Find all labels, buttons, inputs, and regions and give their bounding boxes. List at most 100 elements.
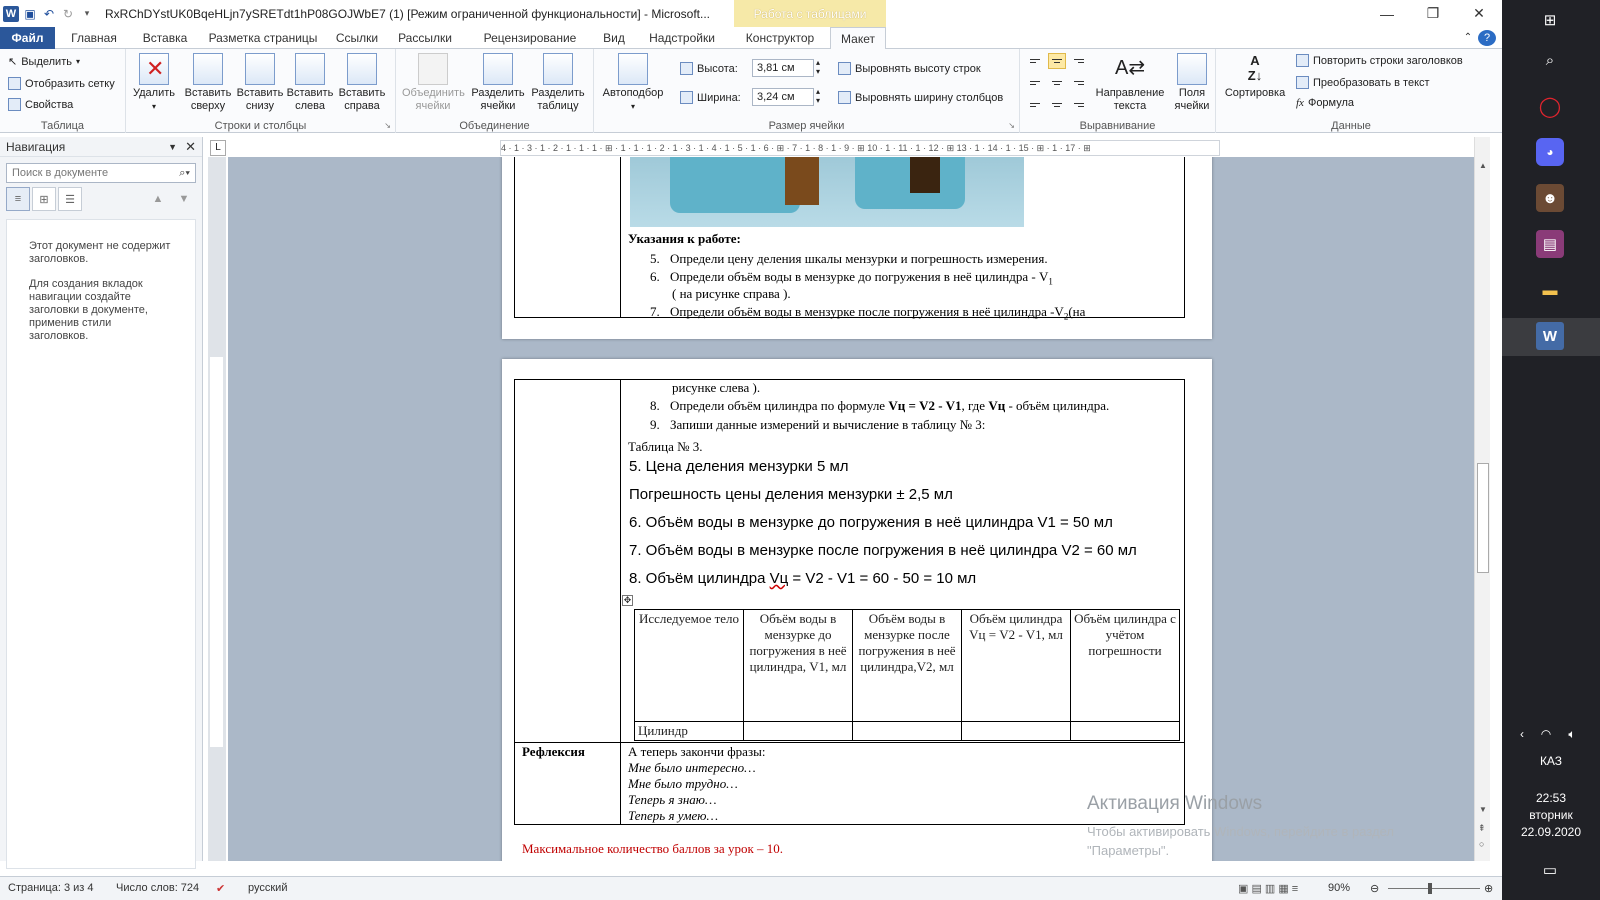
align-top-right-icon[interactable] [1070, 53, 1088, 69]
answer-error[interactable]: Погрешность цены деления мензурки ± 2,5 … [629, 486, 953, 503]
align-top-center-icon[interactable] [1048, 53, 1066, 69]
select-button[interactable]: ↖ Выделить ▾ [8, 55, 80, 69]
tab-file[interactable]: Файл [0, 27, 55, 49]
properties-button[interactable]: Свойства [8, 98, 73, 111]
zoom-out-icon[interactable]: ⊖ [1370, 882, 1379, 895]
table-header-cell[interactable]: Объём цилиндра Vц = V2 - V1, мл [961, 609, 1071, 722]
autofit-button[interactable]: Автоподбор ▾ [598, 53, 668, 113]
collapse-ribbon-icon[interactable]: ⌃ [1460, 27, 1476, 49]
table-header-cell[interactable]: Объём цилиндра с учётом погрешности [1070, 609, 1180, 722]
align-center-left-icon[interactable] [1026, 75, 1044, 91]
browse-object-icon[interactable]: ○ [1479, 839, 1484, 849]
split-table-button[interactable]: Разделить таблицу [530, 53, 586, 113]
winrar-icon[interactable]: ▤ [1536, 230, 1564, 258]
dialog-launcher-icon[interactable]: ↘ [1008, 121, 1015, 130]
align-bottom-left-icon[interactable] [1026, 97, 1044, 113]
table-cell[interactable] [1070, 721, 1180, 741]
opera-icon[interactable]: ◯ [1536, 92, 1564, 120]
proofing-icon[interactable]: ✔ [216, 882, 225, 895]
insert-left-button[interactable]: Вставить слева [286, 53, 334, 113]
table-header-cell[interactable]: Объём воды в мензурке до погружения в не… [743, 609, 853, 722]
wifi-icon[interactable]: ◠ [1532, 720, 1560, 748]
tab-view[interactable]: Вид [600, 27, 628, 49]
save-icon[interactable]: ▣ [22, 6, 38, 22]
view-gridlines-button[interactable]: Отобразить сетку [8, 77, 115, 90]
language-indicator[interactable]: русский [248, 882, 287, 894]
tab-review[interactable]: Рецензирование [466, 27, 594, 49]
results-view-icon[interactable]: ☰ [58, 187, 82, 211]
tab-selector[interactable]: L [210, 140, 226, 156]
width-spinner-icon[interactable]: ▴ ▾ [816, 87, 820, 105]
vertical-scrollbar[interactable]: ▲ ▼ ⇞ ○ [1474, 137, 1490, 861]
minimize-button[interactable]: — [1364, 0, 1410, 27]
system-clock[interactable]: 22:53 вторник 22.09.2020 [1502, 790, 1600, 841]
undo-icon[interactable]: ↶ [41, 6, 57, 22]
scroll-up-icon[interactable]: ▲ [1479, 161, 1487, 170]
tab-design[interactable]: Конструктор [736, 27, 824, 49]
tab-mailings[interactable]: Рассылки [392, 27, 458, 49]
merge-cells-button[interactable]: Объединить ячейки [402, 53, 465, 113]
cell-margins-button[interactable]: Поля ячейки [1170, 53, 1214, 113]
table-cell[interactable] [852, 721, 962, 741]
answer-v2[interactable]: 7. Объём воды в мензурке после погружени… [629, 542, 1137, 559]
tab-addins[interactable]: Надстройки [642, 27, 722, 49]
scrollbar-thumb[interactable] [1477, 463, 1489, 573]
convert-to-text-button[interactable]: Преобразовать в текст [1296, 76, 1430, 89]
answer-v1[interactable]: 6. Объём воды в мензурке до погружения в… [629, 514, 1113, 531]
sort-button[interactable]: A Z↓ Сортировка [1220, 53, 1290, 100]
insert-right-button[interactable]: Вставить справа [338, 53, 386, 113]
headings-view-icon[interactable]: ≡ [6, 187, 30, 211]
tab-references[interactable]: Ссылки [330, 27, 384, 49]
distribute-rows-button[interactable]: Выровнять высоту строк [838, 62, 981, 75]
help-icon[interactable]: ? [1478, 30, 1496, 46]
search-input[interactable]: Поиск в документе ⌕▾ [6, 163, 196, 183]
vertical-ruler[interactable] [208, 157, 226, 861]
table-cell[interactable]: Цилиндр [634, 721, 744, 741]
align-bottom-right-icon[interactable] [1070, 97, 1088, 113]
previous-page-icon[interactable]: ⇞ [1478, 823, 1486, 834]
tab-home[interactable]: Главная [62, 27, 126, 49]
redo-icon[interactable]: ↻ [60, 6, 76, 22]
horizontal-ruler[interactable]: 4 · 1 · 3 · 1 · 2 · 1 · 1 · 1 · ⊞ · 1 · … [500, 140, 1220, 156]
word-count[interactable]: Число слов: 724 [116, 882, 199, 894]
page-count[interactable]: Страница: 3 из 4 [8, 882, 94, 894]
width-field[interactable]: 3,24 см [752, 88, 814, 106]
windows-start-icon[interactable]: ⊞ [1536, 6, 1564, 34]
delete-button[interactable]: ✕ Удалить ▾ [132, 53, 176, 113]
app-avatar-icon[interactable]: ☻ [1536, 184, 1564, 212]
discord-icon[interactable]: ◕ [1536, 138, 1564, 166]
repeat-header-rows-button[interactable]: Повторить строки заголовков [1296, 54, 1463, 67]
notifications-icon[interactable]: ▭ [1536, 856, 1564, 884]
view-modes-icon[interactable]: ▣ ▤ ▥ ▦ ≡ [1238, 882, 1298, 895]
table-header-cell[interactable]: Исследуемое тело [634, 609, 744, 722]
search-icon[interactable]: ⌕▾ [179, 167, 190, 180]
dialog-launcher-icon[interactable]: ↘ [384, 121, 391, 130]
answer-volume[interactable]: 8. Объём цилиндра Vц = V2 - V1 = 60 - 50… [629, 570, 976, 587]
split-cells-button[interactable]: Разделить ячейки [470, 53, 526, 113]
insert-above-button[interactable]: Вставить сверху [184, 53, 232, 113]
file-explorer-icon[interactable]: ▬ [1536, 276, 1564, 304]
table-header-cell[interactable]: Объём воды в мензурке после погружения в… [852, 609, 962, 722]
align-center-icon[interactable] [1048, 75, 1066, 91]
table-move-handle-icon[interactable]: ✥ [622, 595, 633, 606]
height-field[interactable]: 3,81 см [752, 59, 814, 77]
align-center-right-icon[interactable] [1070, 75, 1088, 91]
align-top-left-icon[interactable] [1026, 53, 1044, 69]
zoom-in-icon[interactable]: ⊕ [1484, 882, 1493, 895]
table-cell[interactable] [743, 721, 853, 741]
align-bottom-center-icon[interactable] [1048, 97, 1066, 113]
table-cell[interactable] [961, 721, 1071, 741]
formula-button[interactable]: fx Формула [1296, 97, 1354, 109]
text-direction-button[interactable]: A⇄ Направление текста [1092, 53, 1168, 113]
height-spinner-icon[interactable]: ▴ ▾ [816, 58, 820, 76]
tab-insert[interactable]: Вставка [134, 27, 196, 49]
pane-options-icon[interactable]: ▼ [168, 142, 177, 152]
volume-icon[interactable]: 🔈︎ [1558, 720, 1586, 748]
tab-page-layout[interactable]: Разметка страницы [204, 27, 322, 49]
close-pane-icon[interactable]: ✕ [185, 139, 196, 155]
next-heading-icon[interactable]: ▼ [172, 187, 196, 211]
previous-heading-icon[interactable]: ▲ [146, 187, 170, 211]
zoom-level[interactable]: 90% [1328, 882, 1350, 894]
tab-layout[interactable]: Макет [830, 27, 886, 50]
word-logo-icon[interactable]: W [3, 5, 19, 22]
